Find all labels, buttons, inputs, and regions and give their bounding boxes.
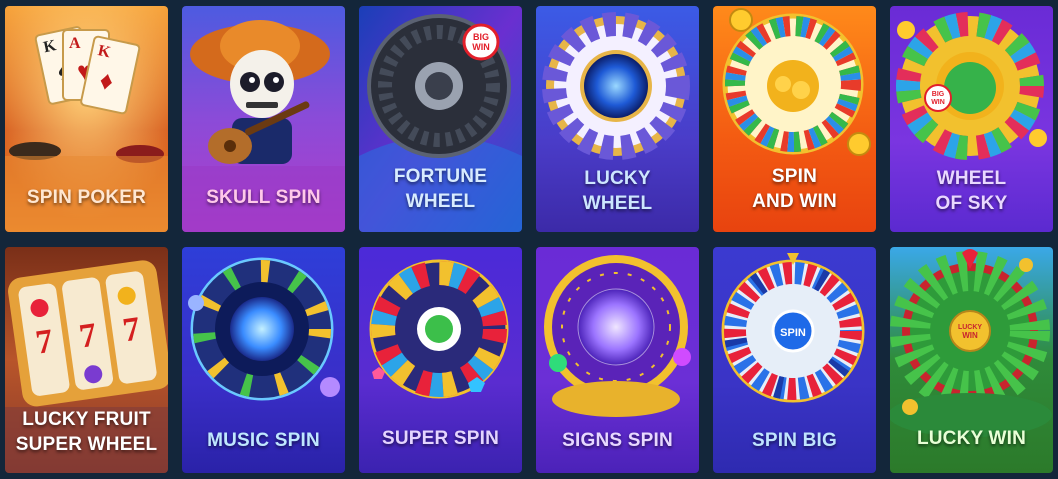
game-title: WHEEL OF SKY <box>935 168 1008 214</box>
svg-text:BIG: BIG <box>473 32 489 42</box>
svg-text:WIN: WIN <box>472 42 490 52</box>
game-title: MUSIC SPIN <box>207 430 320 451</box>
svg-text:LUCKY: LUCKY <box>958 324 982 331</box>
game-tile-super-spin[interactable]: SUPER SPIN <box>359 247 522 473</box>
game-tile-spin-poker[interactable]: K ♠ A ♥ K ♦ SPIN POKER <box>5 6 168 232</box>
game-tile-lucky-win[interactable]: LUCKY WIN LUCKY WIN <box>890 247 1053 473</box>
svg-text:WIN: WIN <box>931 99 945 106</box>
game-grid: K ♠ A ♥ K ♦ SPIN POKER <box>0 0 1058 479</box>
game-tile-lucky-fruit-super-wheel[interactable]: 7 7 7 LUCKY FRUIT SUPER WHEEL <box>5 247 168 473</box>
game-title: FORTUNE WHEEL <box>393 166 488 212</box>
game-title: SPIN POKER <box>26 187 147 208</box>
game-title: SIGNS SPIN <box>562 430 673 451</box>
game-tile-lucky-wheel[interactable]: LUCKY WHEEL <box>536 6 699 232</box>
svg-text:BIG: BIG <box>932 91 945 98</box>
game-title: LUCKY WIN <box>916 428 1027 449</box>
game-tile-signs-spin[interactable]: SIGNS SPIN <box>536 247 699 473</box>
game-tile-wheel-of-sky[interactable]: BIG WIN WHEEL OF SKY <box>890 6 1053 232</box>
game-title: SPIN AND WIN <box>752 166 837 212</box>
svg-text:WIN: WIN <box>962 331 978 340</box>
game-title: LUCKY FRUIT SUPER WHEEL <box>15 409 158 455</box>
game-title: LUCKY WHEEL <box>582 168 653 214</box>
game-tile-skull-spin[interactable]: SKULL SPIN <box>182 6 345 232</box>
game-tile-fortune-wheel[interactable]: BIG WIN FORTUNE WHEEL <box>359 6 522 232</box>
game-title: SUPER SPIN <box>381 428 500 449</box>
game-title: SKULL SPIN <box>206 187 321 208</box>
svg-text:A: A <box>69 35 81 52</box>
svg-text:SPIN: SPIN <box>780 327 806 339</box>
game-tile-music-spin[interactable]: MUSIC SPIN <box>182 247 345 473</box>
game-tile-spin-and-win[interactable]: SPIN AND WIN <box>713 6 876 232</box>
game-title: SPIN BIG <box>751 430 837 451</box>
game-tile-spin-big[interactable]: SPIN SPIN BIG <box>713 247 876 473</box>
